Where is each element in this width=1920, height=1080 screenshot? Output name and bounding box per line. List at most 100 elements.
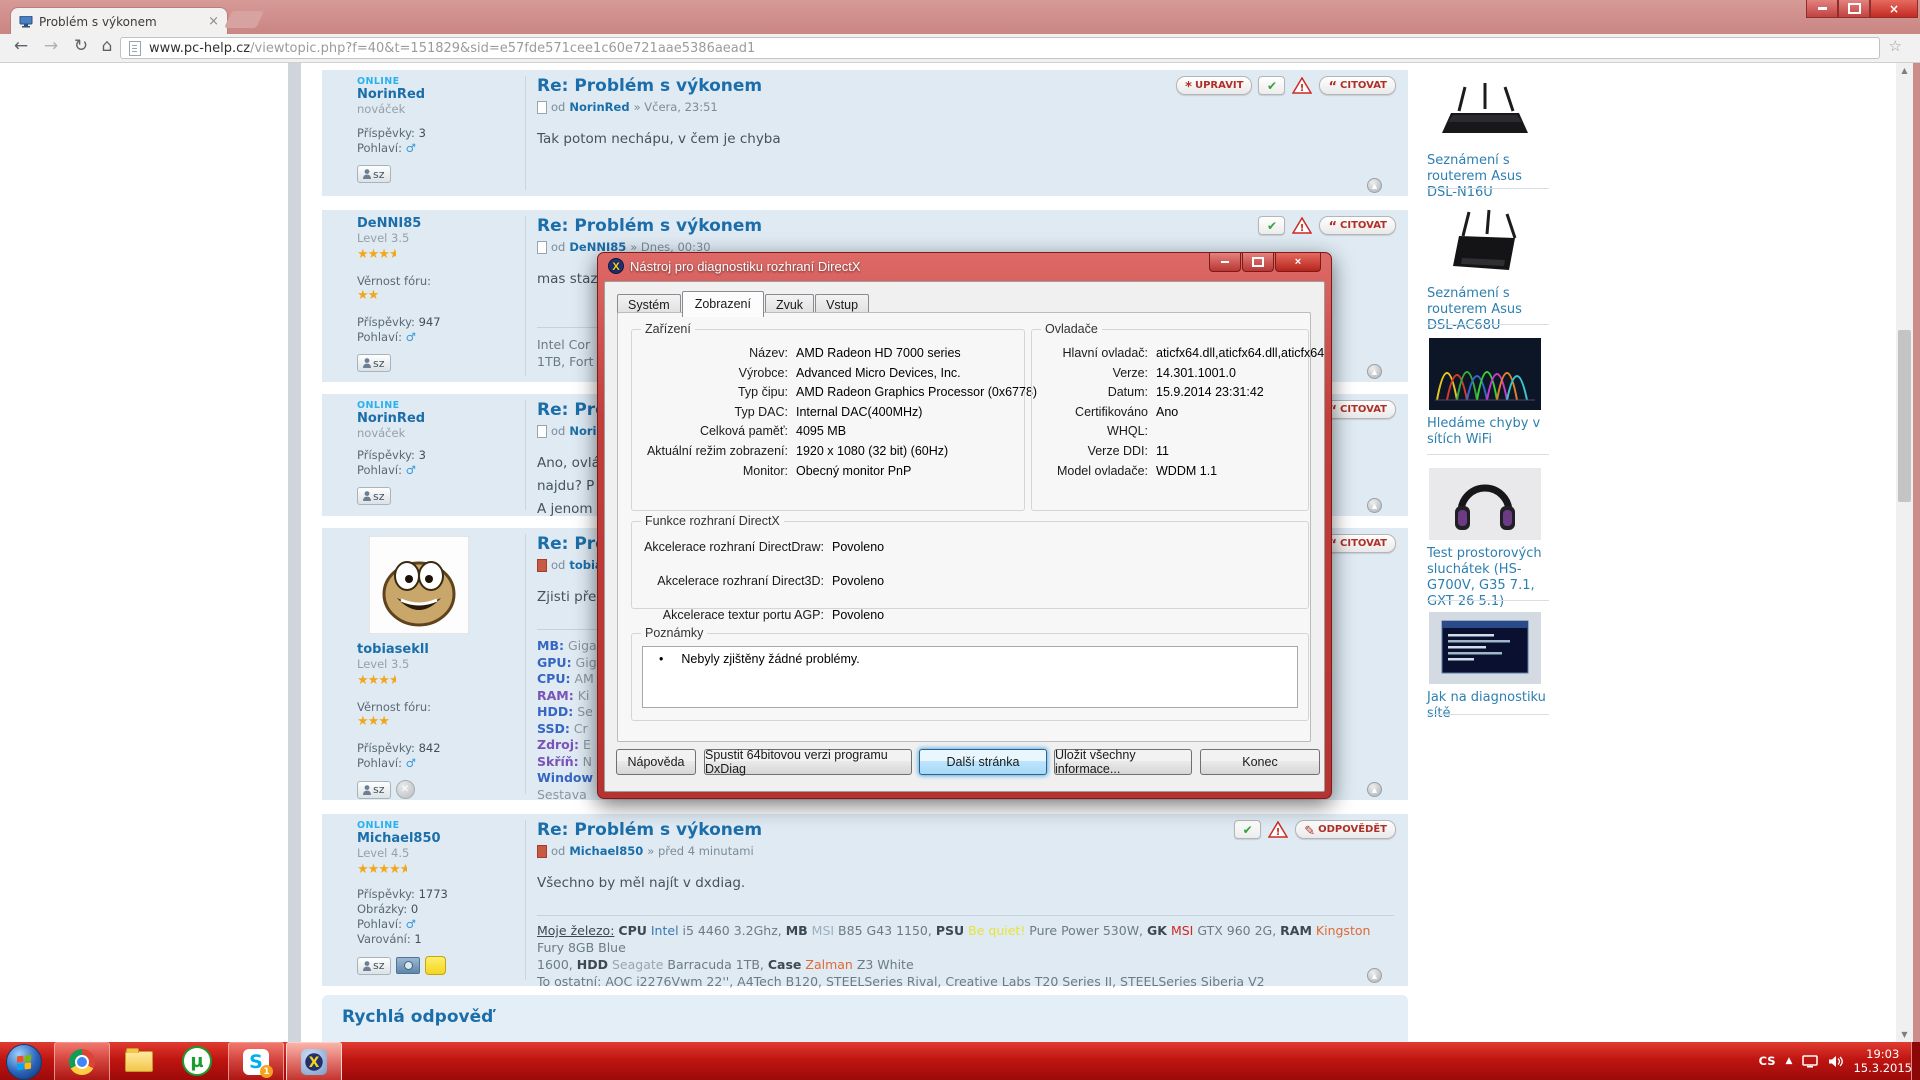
drivers-group: Ovladače Hlavní ovladač:aticfx64.dll,ati… (1031, 329, 1309, 511)
sidebar-article[interactable]: Jak na diagnostiku sítě (1427, 612, 1552, 722)
page-scrollbar[interactable]: ▲ ▼ (1896, 62, 1913, 1042)
start-button[interactable] (6, 1044, 42, 1080)
dialog-close-button[interactable]: × (1275, 253, 1321, 272)
sidebar-caption[interactable]: Hledáme chyby v sítích WiFi (1427, 416, 1552, 448)
dialog-minimize-button[interactable] (1209, 253, 1241, 272)
user-rank: nováček (357, 102, 517, 116)
level-stars: ★★★★ (357, 673, 517, 688)
sidebar-article[interactable]: Test prostorových sluchátek (HS-G700V, G… (1427, 468, 1552, 610)
new-tab-button[interactable] (224, 11, 264, 28)
dialog-maximize-button[interactable] (1242, 253, 1274, 272)
terminal-image (1429, 612, 1541, 684)
save-all-info-button[interactable]: Uložit všechny informace... (1054, 749, 1192, 775)
signature-line: To ostatní: AOC i2276Vwm 22'', A4Tech B1… (537, 973, 1394, 990)
sidebar-caption[interactable]: Seznámení s routerem Asus DSL-N16U (1427, 153, 1552, 201)
private-message-button[interactable]: sz (357, 354, 391, 372)
scrollbar-up-icon[interactable]: ▲ (1896, 62, 1913, 78)
close-button[interactable]: × (1870, 0, 1918, 18)
sidebar-caption[interactable]: Seznámení s routerem Asus DSL-AC68U (1427, 286, 1552, 334)
profile-x-icon[interactable]: ✕ (396, 780, 415, 799)
desktop: Problém s výkonem × × ← → ↻ ⌂ www.pc-hel… (0, 0, 1920, 1080)
level-stars: ★★★★ (357, 247, 517, 262)
quote-button[interactable]: “CITOVAT (1319, 216, 1396, 235)
tab-display[interactable]: Zobrazení (682, 291, 764, 317)
sidebar-article[interactable]: Seznámení s routerem Asus DSL-AC68U (1427, 208, 1552, 334)
taskbar-skype[interactable]: S1 (228, 1042, 284, 1080)
edit-button[interactable]: *UPRAVIT (1176, 76, 1252, 95)
sidebar-article[interactable]: Seznámení s routerem Asus DSL-N16U (1427, 75, 1552, 201)
clock[interactable]: 19:03 15.3.2015 (1853, 1047, 1912, 1075)
dialog-title: Nástroj pro diagnostiku rozhraní DirectX (630, 259, 861, 274)
byline-user-link[interactable]: NorinRed (569, 100, 629, 114)
camera-icon[interactable] (396, 957, 420, 974)
taskbar-chrome[interactable] (54, 1042, 110, 1080)
private-message-button[interactable]: sz (357, 165, 391, 183)
minimize-button[interactable] (1806, 0, 1838, 18)
scroll-top-icon[interactable]: ▲ (1367, 782, 1382, 797)
loyalty-stars: ★★ (357, 288, 517, 303)
router-image (1429, 208, 1541, 280)
browser-tab[interactable]: Problém s výkonem × (10, 7, 228, 35)
device-rows: Název:AMD Radeon HD 7000 seriesVýrobce:A… (632, 330, 1024, 481)
bookmark-star-icon[interactable]: ☆ (1889, 37, 1902, 55)
language-indicator[interactable]: CS (1759, 1054, 1776, 1068)
directx-features-group: Funkce rozhraní DirectX Akcelerace rozhr… (631, 521, 1309, 609)
approve-button[interactable]: ✔ (1258, 76, 1285, 95)
next-page-button[interactable]: Další stránka (919, 749, 1047, 775)
loyalty-label: Věrnost fóru: (357, 700, 517, 714)
username-link[interactable]: tobiasekll (357, 642, 517, 657)
scroll-top-icon[interactable]: ▲ (1367, 498, 1382, 513)
home-icon[interactable]: ⌂ (94, 36, 120, 56)
private-message-button[interactable]: sz (357, 487, 391, 505)
level-stars: ★★★★★ (357, 862, 517, 877)
private-message-button[interactable]: sz (357, 957, 391, 975)
quote-button[interactable]: “CITOVAT (1319, 76, 1396, 95)
approve-button[interactable]: ✔ (1258, 216, 1285, 235)
tab-close-icon[interactable]: × (208, 15, 219, 28)
scrollbar-down-icon[interactable]: ▼ (1896, 1026, 1913, 1042)
reload-icon[interactable]: ↻ (68, 36, 94, 56)
scroll-top-icon[interactable]: ▲ (1367, 968, 1382, 983)
sidebar-caption[interactable]: Jak na diagnostiku sítě (1427, 690, 1552, 722)
help-button[interactable]: Nápověda (616, 749, 696, 775)
forward-icon[interactable]: → (38, 36, 64, 56)
taskbar-utorrent[interactable]: µ (170, 1042, 224, 1080)
post-page-icon (537, 101, 547, 114)
yellow-badge-icon[interactable] (425, 956, 446, 975)
exit-button[interactable]: Konec (1200, 749, 1320, 775)
back-icon[interactable]: ← (8, 36, 34, 56)
show-desktop-button[interactable] (1911, 1042, 1920, 1080)
post-page-icon (537, 425, 547, 438)
address-bar[interactable]: www.pc-help.cz/viewtopic.php?f=40&t=1518… (120, 37, 1880, 59)
notes-box: • Nebyly zjištěny žádné problémy. (642, 646, 1298, 708)
device-group: Zařízení Název:AMD Radeon HD 7000 series… (631, 329, 1025, 511)
maximize-button[interactable] (1838, 0, 1870, 18)
byline-user-link[interactable]: Michael850 (569, 844, 643, 858)
volume-icon[interactable] (1828, 1055, 1843, 1068)
username-link[interactable]: Michael850 (357, 831, 517, 846)
svg-text:X: X (309, 1055, 320, 1071)
report-button[interactable]: ! (1291, 217, 1313, 235)
network-icon[interactable] (1802, 1055, 1818, 1068)
private-message-button[interactable]: sz (357, 781, 391, 799)
tray-expand-icon[interactable]: ▲ (1786, 1056, 1793, 1066)
username-link[interactable]: NorinRed (357, 87, 517, 102)
run-64bit-button[interactable]: Spustit 64bitovou verzi programu DxDiag (704, 749, 912, 775)
scroll-top-icon[interactable]: ▲ (1367, 178, 1382, 193)
taskbar-explorer[interactable] (112, 1042, 166, 1080)
taskbar-dxdiag[interactable]: X (286, 1042, 342, 1080)
report-button[interactable]: ! (1291, 77, 1313, 95)
report-button[interactable]: ! (1267, 821, 1289, 839)
svg-text:!: ! (1300, 83, 1305, 94)
chrome-icon (69, 1049, 95, 1075)
username-link[interactable]: DeNNI85 (357, 216, 517, 231)
scroll-top-icon[interactable]: ▲ (1367, 364, 1382, 379)
username-link[interactable]: NorinRed (357, 411, 517, 426)
features-rows: Akcelerace rozhraní DirectDraw:PovolenoA… (632, 522, 1308, 632)
forum-post: ONLINE NorinRed nováček Příspěvky: 3 Poh… (322, 70, 1408, 196)
quick-reply-title[interactable]: Rychlá odpověď (342, 1007, 493, 1027)
scrollbar-thumb[interactable] (1898, 330, 1911, 502)
approve-button[interactable]: ✔ (1234, 820, 1261, 839)
reply-button[interactable]: ✎ODPOVĚDĚT (1295, 820, 1396, 839)
sidebar-article[interactable]: Hledáme chyby v sítích WiFi (1427, 338, 1552, 448)
